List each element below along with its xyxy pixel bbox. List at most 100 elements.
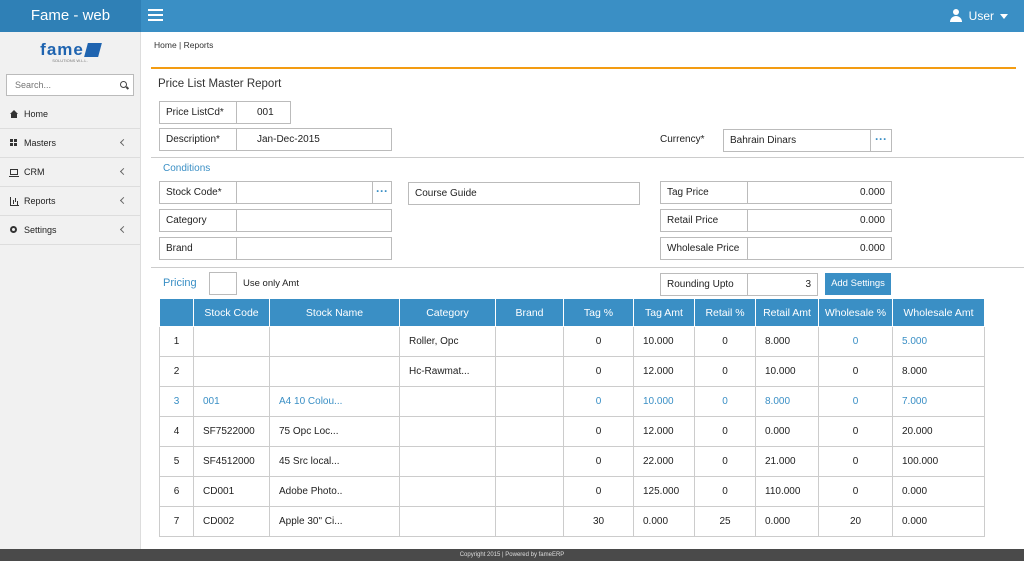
column-header[interactable]: Wholesale % [818, 298, 893, 327]
table-cell: 5.000 [892, 326, 985, 357]
table-cell: 4 [159, 416, 194, 447]
table-row[interactable]: 4 SF7522000 75 Opc Loc... 0 12.000 0 0.000 0 20.… [159, 416, 985, 447]
add-settings-button[interactable]: Add Settings [825, 273, 891, 295]
table-cell: 10.000 [755, 356, 819, 387]
user-menu[interactable]: User [949, 0, 1008, 32]
chevron-left-icon [119, 196, 128, 205]
table-row[interactable]: 6 CD001 Adobe Photo.. 0 125.000 0 110.000 0 0.00… [159, 476, 985, 507]
column-header[interactable]: Tag % [563, 298, 634, 327]
table-cell: 0 [694, 386, 756, 417]
table-cell: Roller, Opc [399, 326, 496, 357]
sidebar-item-crm[interactable]: CRM [0, 158, 140, 187]
rounding-label: Rounding Upto [660, 273, 748, 296]
rounding-field[interactable]: 3 [747, 273, 818, 296]
table-cell [495, 506, 564, 537]
table-header-row: Stock Code Stock Name Category Brand Tag % Ta… [159, 298, 985, 327]
brand-label: Brand [159, 237, 237, 260]
price-list-label: Price ListCd* [159, 101, 237, 124]
user-icon [949, 9, 963, 23]
table-cell: 0 [563, 386, 634, 417]
table-row[interactable]: 1 Roller, Opc 0 10.000 0 8.000 0 5.000 [159, 326, 985, 357]
table-cell: Apple 30" Ci... [269, 506, 400, 537]
column-header[interactable]: Retail % [694, 298, 756, 327]
table-cell [495, 386, 564, 417]
column-header[interactable]: Stock Code [193, 298, 270, 327]
use-only-amt-label: Use only Amt [243, 278, 299, 289]
description-field[interactable]: Jan-Dec-2015 [236, 128, 392, 151]
sidebar-item-settings[interactable]: Settings [0, 216, 140, 245]
sidebar-item-home[interactable]: Home [0, 100, 140, 129]
use-only-amt-checkbox[interactable] [209, 272, 237, 295]
table-cell [495, 476, 564, 507]
divider [151, 267, 1024, 268]
stock-code-field[interactable] [236, 181, 373, 204]
table-cell: 6 [159, 476, 194, 507]
bar-chart-icon [10, 197, 19, 206]
category-label: Category [159, 209, 237, 232]
table-cell: 8.000 [755, 326, 819, 357]
sidebar-search [6, 74, 134, 96]
sidebar-item-label: Masters [24, 138, 57, 148]
table-cell: 1 [159, 326, 194, 357]
table-cell [269, 356, 400, 387]
table-cell: 0 [563, 476, 634, 507]
description-label: Description* [159, 128, 237, 151]
table-cell: 3 [159, 386, 194, 417]
laptop-icon [9, 169, 19, 177]
sidebar-item-masters[interactable]: Masters [0, 129, 140, 158]
course-guide-field[interactable]: Course Guide [408, 182, 640, 205]
currency-label: Currency* [660, 134, 705, 145]
table-cell: 10.000 [633, 386, 695, 417]
brand-field[interactable] [236, 237, 392, 260]
search-input[interactable] [7, 75, 133, 95]
gears-icon [10, 226, 17, 233]
table-cell [399, 386, 496, 417]
table-row[interactable]: 7 CD002 Apple 30" Ci... 30 0.000 25 0.000 20 0.0… [159, 506, 985, 537]
sidebar-item-label: CRM [24, 167, 45, 177]
category-field[interactable] [236, 209, 392, 232]
table-cell: 001 [193, 386, 270, 417]
table-cell: 20.000 [892, 416, 985, 447]
top-bar: Fame - web User [0, 0, 1024, 32]
table-cell: 0 [818, 356, 893, 387]
column-header[interactable]: Wholesale Amt [892, 298, 985, 327]
table-cell [399, 446, 496, 477]
chevron-left-icon [119, 167, 128, 176]
table-cell: 0.000 [755, 506, 819, 537]
footer: Copyright 2015 | Powered by fameERP [0, 549, 1024, 561]
sidebar-item-reports[interactable]: Reports [0, 187, 140, 216]
table-cell: 7 [159, 506, 194, 537]
column-header[interactable]: Tag Amt [633, 298, 695, 327]
table-cell: 0 [563, 446, 634, 477]
retail-price-field[interactable]: 0.000 [747, 209, 892, 232]
breadcrumb: Home | Reports [154, 40, 214, 50]
user-label: User [968, 9, 994, 23]
column-header[interactable]: Stock Name [269, 298, 400, 327]
table-cell [495, 356, 564, 387]
column-header[interactable]: Retail Amt [755, 298, 819, 327]
chevron-left-icon [119, 225, 128, 234]
table-cell: 7.000 [892, 386, 985, 417]
column-header[interactable] [159, 298, 194, 327]
divider [151, 67, 1016, 69]
currency-field[interactable]: Bahrain Dinars [723, 129, 871, 152]
tag-price-field[interactable]: 0.000 [747, 181, 892, 204]
table-row[interactable]: 2 Hc-Rawmat... 0 12.000 0 10.000 0 8.000 [159, 356, 985, 387]
stock-code-lookup-button[interactable]: ··· [372, 181, 392, 204]
table-cell: 125.000 [633, 476, 695, 507]
table-cell: 21.000 [755, 446, 819, 477]
search-icon[interactable] [120, 81, 127, 88]
table-row[interactable]: 5 SF4512000 45 Src local... 0 22.000 0 21.000 0… [159, 446, 985, 477]
menu-toggle-icon[interactable] [148, 9, 163, 23]
table-cell [193, 326, 270, 357]
table-cell: 0 [818, 386, 893, 417]
currency-lookup-button[interactable]: ··· [870, 129, 892, 152]
table-row[interactable]: 3 001 A4 10 Colou... 0 10.000 0 8.000 0 7.000 [159, 386, 985, 417]
table-cell: 0 [563, 356, 634, 387]
price-list-field[interactable]: 001 [236, 101, 291, 124]
wholesale-price-field[interactable]: 0.000 [747, 237, 892, 260]
app-title: Fame - web [0, 0, 141, 32]
column-header[interactable]: Brand [495, 298, 564, 327]
table-cell [269, 326, 400, 357]
column-header[interactable]: Category [399, 298, 496, 327]
